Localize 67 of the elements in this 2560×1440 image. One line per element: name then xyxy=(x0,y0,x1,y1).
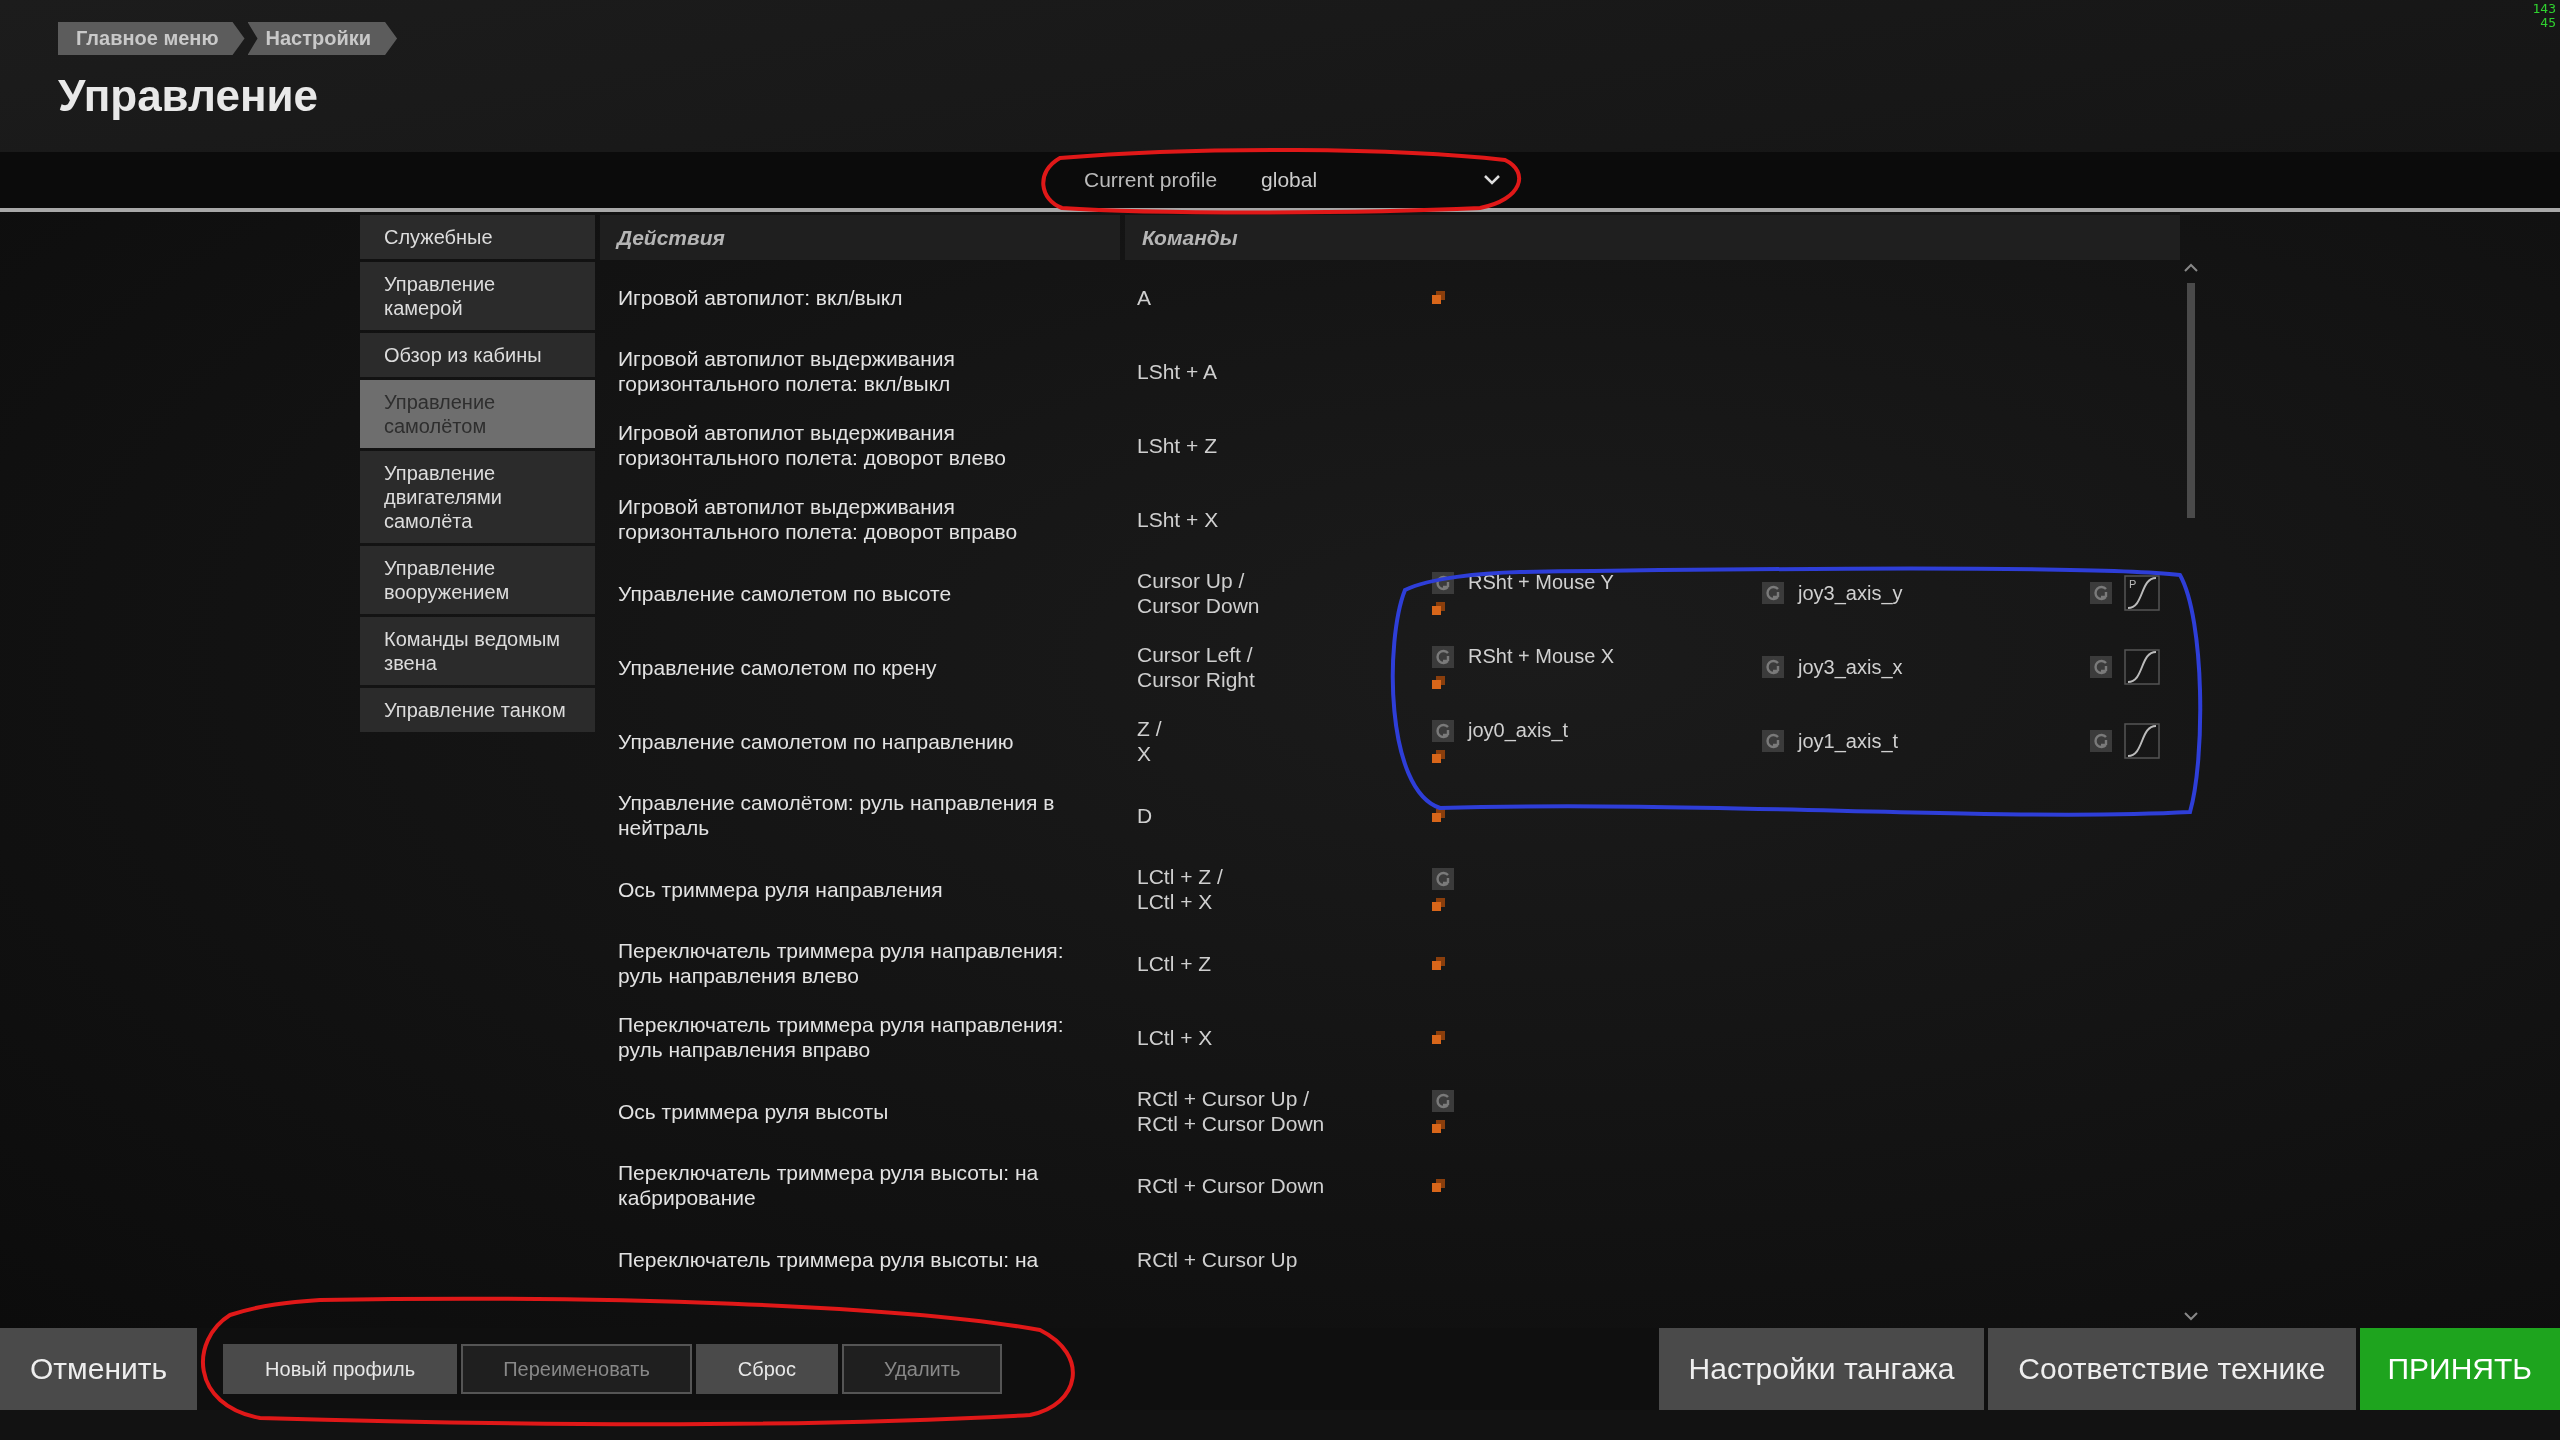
profile-button[interactable]: Новый профиль xyxy=(223,1344,458,1394)
key-binding[interactable]: LCtl + X xyxy=(1120,1024,1420,1050)
footer-button[interactable]: Настройки тангажа xyxy=(1658,1328,1985,1410)
action-label: Переключатель триммера руля направления: руль направления влево xyxy=(617,938,1065,988)
reset-icon[interactable] xyxy=(2090,730,2112,752)
chevron-down-icon xyxy=(1483,174,1502,186)
key-binding[interactable]: LSht + Z xyxy=(1120,432,1420,458)
category-item[interactable]: Управление камерой xyxy=(360,262,595,330)
breadcrumb-link[interactable]: Главное меню xyxy=(58,22,245,55)
reset-icon[interactable] xyxy=(2090,656,2112,678)
key-binding[interactable]: LCtl + Z / LCtl + X xyxy=(1120,864,1420,914)
action-label: Управление самолетом по высоте xyxy=(617,580,953,606)
footer-button[interactable]: Соответствие технике xyxy=(1988,1328,2356,1410)
response-curve-icon[interactable] xyxy=(2124,723,2160,759)
footer-button[interactable]: Отменить xyxy=(0,1328,198,1410)
action-label: Игровой автопилот: вкл/выкл xyxy=(617,284,904,310)
action-label: Игровой автопилот выдерживания горизонтального полета: доворот вправо xyxy=(617,494,1019,544)
key-binding[interactable]: LSht + X xyxy=(1120,506,1420,532)
key-binding[interactable]: RCtl + Cursor Up / RCtl + Cursor Down xyxy=(1120,1086,1420,1136)
category-item[interactable]: Управление двигателями самолёта xyxy=(360,451,595,543)
reset-icon[interactable] xyxy=(1762,730,1784,752)
response-curve-icon[interactable]: P xyxy=(2124,575,2160,611)
key-binding[interactable]: Cursor Left / Cursor Right xyxy=(1120,642,1420,692)
reset-icon[interactable] xyxy=(1432,1089,1454,1112)
action-label: Ось триммера руля высоты xyxy=(617,1098,890,1124)
key-binding[interactable]: RCtl + Cursor Down xyxy=(1120,1172,1420,1198)
action-label: Переключатель триммера руля направления: руль направления вправо xyxy=(617,1012,1065,1062)
key-binding[interactable]: joy0_axis_t xyxy=(1468,719,1569,742)
reset-icon[interactable] xyxy=(1762,582,1784,604)
category-item[interactable]: Управление вооружением xyxy=(360,546,595,614)
action-label: Управление самолетом по крену xyxy=(617,654,938,680)
profile-button[interactable]: Сброс xyxy=(695,1344,838,1394)
key-binding[interactable]: LSht + A xyxy=(1120,358,1420,384)
action-label: Игровой автопилот выдерживания горизонтального полета: доворот влево xyxy=(617,420,1007,470)
column-header: Команды xyxy=(1125,215,2180,260)
reset-icon[interactable] xyxy=(1762,656,1784,678)
action-label: Управление самолетом по направлению xyxy=(617,728,1015,754)
action-label: Переключатель триммера руля высоты: на xyxy=(617,1246,1040,1272)
category-item[interactable]: Служебные xyxy=(360,215,595,259)
key-binding[interactable]: joy1_axis_t xyxy=(1798,729,1899,753)
key-binding[interactable]: Z / X xyxy=(1120,716,1420,766)
key-binding[interactable]: Cursor Up / Cursor Down xyxy=(1120,568,1420,618)
key-binding[interactable]: RSht + Mouse X xyxy=(1468,645,1615,668)
key-binding[interactable]: A xyxy=(1120,284,1420,310)
reset-icon[interactable] xyxy=(1432,645,1454,668)
reset-icon[interactable] xyxy=(1432,867,1454,890)
action-label: Переключатель триммера руля высоты: на кабрирование xyxy=(617,1160,1040,1210)
column-header: Действия xyxy=(600,215,1120,260)
page-title: Управление xyxy=(58,71,319,121)
key-binding[interactable]: joy3_axis_x xyxy=(1798,655,1903,679)
category-item[interactable]: Управление танком xyxy=(360,688,595,732)
action-label: Ось триммера руля направления xyxy=(617,876,944,902)
reset-icon[interactable] xyxy=(2090,582,2112,604)
profile-label: Current profile xyxy=(1084,168,1218,192)
category-item[interactable]: Команды ведомым звена xyxy=(360,617,595,685)
key-binding[interactable]: D xyxy=(1120,802,1420,828)
breadcrumb-link[interactable]: Настройки xyxy=(247,22,398,55)
reset-icon[interactable] xyxy=(1432,719,1454,742)
key-binding[interactable]: RCtl + Cursor Up xyxy=(1120,1246,1420,1272)
key-binding[interactable]: LCtl + Z xyxy=(1120,950,1420,976)
fps-counter: 45 xyxy=(2540,16,2556,30)
category-item[interactable]: Обзор из кабины xyxy=(360,333,595,377)
fps-counter: 143 xyxy=(2532,2,2556,16)
action-label: Управление самолётом: руль направления в нейтраль xyxy=(617,790,1056,840)
response-curve-icon[interactable] xyxy=(2124,649,2160,685)
action-label: Игровой автопилот выдерживания горизонтального полета: вкл/выкл xyxy=(617,346,956,396)
key-binding[interactable]: joy3_axis_y xyxy=(1798,581,1903,605)
